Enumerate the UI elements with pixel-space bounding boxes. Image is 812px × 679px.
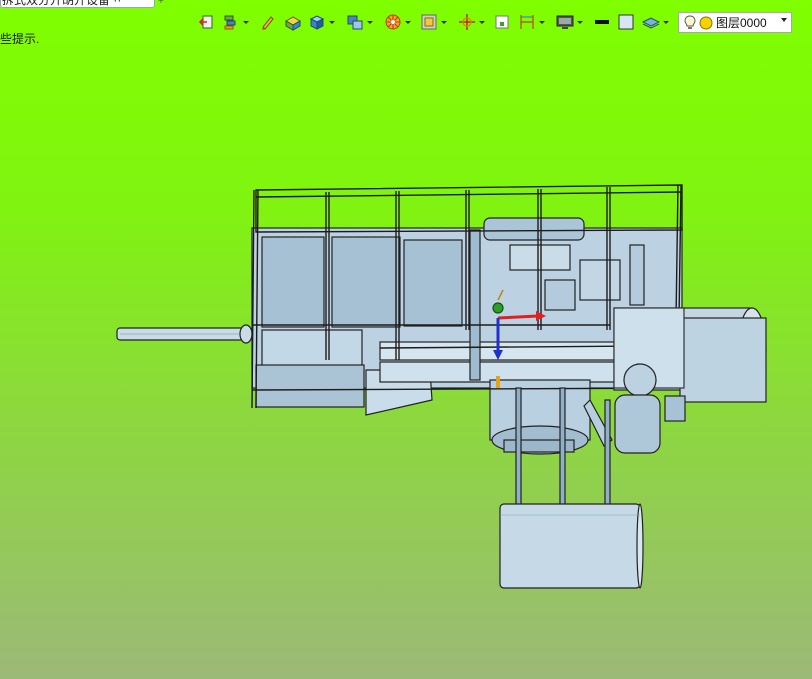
3d-viewport[interactable] bbox=[0, 0, 812, 679]
exhaust-pipe bbox=[116, 324, 253, 344]
